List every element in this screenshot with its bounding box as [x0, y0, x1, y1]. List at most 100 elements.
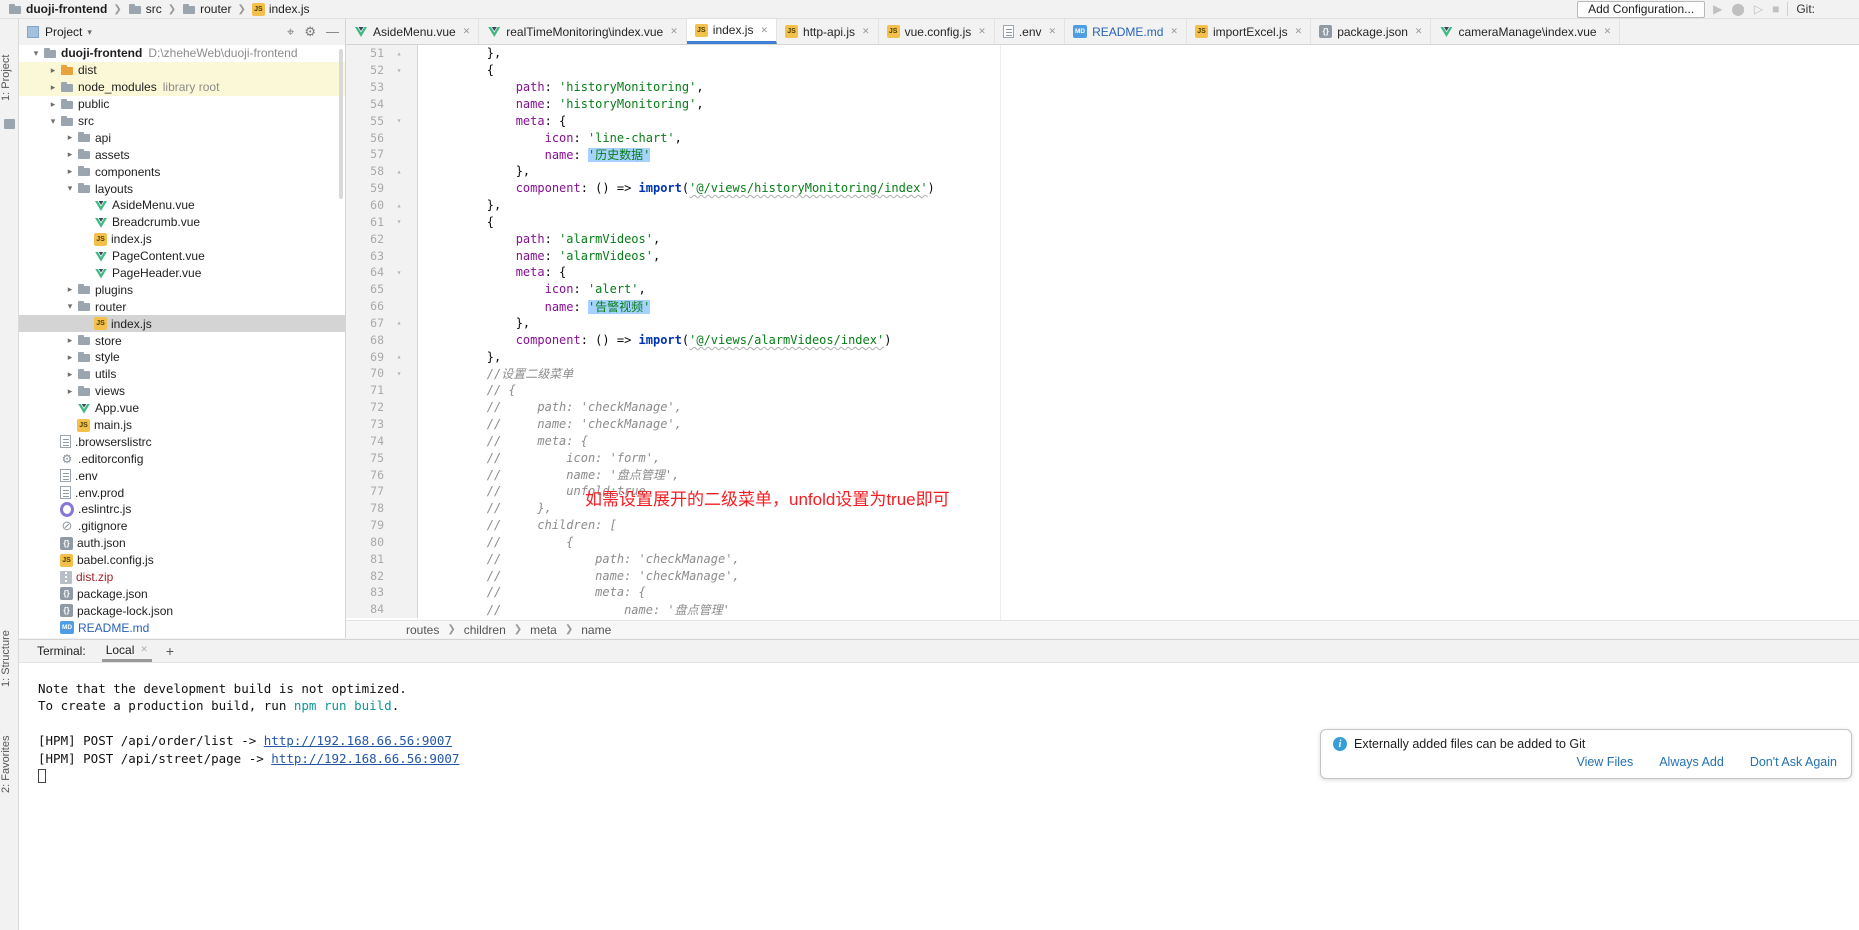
close-icon[interactable]: ✕ [140, 644, 148, 655]
tree-item-assets[interactable]: ▸assets [19, 146, 345, 163]
code-line-66[interactable]: 66 name: '告警视频' [346, 298, 1859, 315]
close-icon[interactable]: ✕ [1295, 26, 1303, 37]
notification-action-view-files[interactable]: View Files [1576, 755, 1633, 769]
code-line-84[interactable]: 84 // name: '盘点管理' [346, 601, 1859, 618]
code-line-52[interactable]: 52▾ { [346, 62, 1859, 79]
chevron-closed-icon[interactable]: ▸ [46, 99, 60, 110]
code-line-82[interactable]: 82 // name: 'checkManage', [346, 567, 1859, 584]
code-line-61[interactable]: 61▾ { [346, 213, 1859, 230]
editor-breadcrumb-meta[interactable]: meta [530, 623, 557, 637]
close-icon[interactable]: ✕ [670, 26, 678, 37]
chevron-open-icon[interactable]: ▾ [63, 183, 77, 194]
close-icon[interactable]: ✕ [1415, 26, 1423, 37]
code-line-79[interactable]: 79 // children: [ [346, 517, 1859, 534]
tree-item-store[interactable]: ▸store [19, 332, 345, 349]
add-configuration-button[interactable]: Add Configuration... [1577, 1, 1705, 18]
code-line-59[interactable]: 59 component: () => import('@/views/hist… [346, 180, 1859, 197]
code-line-54[interactable]: 54 name: 'historyMonitoring', [346, 96, 1859, 113]
chevron-down-icon[interactable]: ▾ [87, 27, 92, 38]
tab-http-api.js[interactable]: JShttp-api.js✕ [777, 19, 879, 44]
chevron-closed-icon[interactable]: ▸ [63, 132, 77, 143]
tab-package.json[interactable]: {}package.json✕ [1311, 19, 1431, 44]
tree-item-package-lock.json[interactable]: {}package-lock.json [19, 602, 345, 619]
editor-breadcrumb-routes[interactable]: routes [406, 623, 439, 637]
chevron-closed-icon[interactable]: ▸ [63, 284, 77, 295]
fold-open-icon[interactable]: ▾ [388, 217, 410, 226]
tree-item-AsideMenu.vue[interactable]: AsideMenu.vue [19, 197, 345, 214]
tree-item-.env.prod[interactable]: .env.prod [19, 484, 345, 501]
terminal-tab-local[interactable]: Local ✕ [102, 640, 152, 662]
tree-item-.browserslistrc[interactable]: .browserslistrc [19, 433, 345, 450]
tree-item-PageHeader.vue[interactable]: PageHeader.vue [19, 265, 345, 282]
code-line-83[interactable]: 83 // meta: { [346, 584, 1859, 601]
fold-open-icon[interactable]: ▾ [388, 268, 410, 277]
close-icon[interactable]: ✕ [862, 26, 870, 37]
code-line-78[interactable]: 78 // }, [346, 500, 1859, 517]
tree-item-index.js[interactable]: JSindex.js [19, 231, 345, 248]
code-line-62[interactable]: 62 path: 'alarmVideos', [346, 230, 1859, 247]
chevron-closed-icon[interactable]: ▸ [63, 352, 77, 363]
code-line-69[interactable]: 69▴ }, [346, 348, 1859, 365]
tree-item-.gitignore[interactable]: ⊘.gitignore [19, 518, 345, 535]
tree-item-auth.json[interactable]: {}auth.json [19, 535, 345, 552]
code-line-57[interactable]: 57 name: '历史数据' [346, 146, 1859, 163]
code-line-75[interactable]: 75 // icon: 'form', [346, 449, 1859, 466]
tab-index.js[interactable]: JSindex.js✕ [687, 19, 777, 44]
stripe-structure-tab[interactable]: 1: Structure [0, 619, 19, 699]
chevron-closed-icon[interactable]: ▸ [63, 369, 77, 380]
stripe-favorites-tab[interactable]: 2: Favorites [0, 721, 19, 807]
fold-end-icon[interactable]: ▴ [388, 201, 410, 210]
chevron-closed-icon[interactable]: ▸ [63, 335, 77, 346]
terminal-output[interactable]: Note that the development build is not o… [19, 663, 1859, 930]
breadcrumb-item-duoji-frontend[interactable]: duoji-frontend [8, 2, 107, 16]
tree-item-components[interactable]: ▸components [19, 163, 345, 180]
chevron-closed-icon[interactable]: ▸ [63, 149, 77, 160]
close-icon[interactable]: ✕ [463, 26, 471, 37]
chevron-open-icon[interactable]: ▾ [46, 116, 60, 127]
fold-end-icon[interactable]: ▴ [388, 167, 410, 176]
tree-item-node_modules[interactable]: ▸node_moduleslibrary root [19, 79, 345, 96]
tree-item-Breadcrumb.vue[interactable]: Breadcrumb.vue [19, 214, 345, 231]
chevron-closed-icon[interactable]: ▸ [63, 166, 77, 177]
locate-icon[interactable]: ⌖ [287, 24, 294, 40]
chevron-open-icon[interactable]: ▾ [29, 48, 43, 59]
breadcrumb-item-src[interactable]: src [128, 2, 162, 16]
tree-item-api[interactable]: ▸api [19, 129, 345, 146]
tree-item-dist.zip[interactable]: dist.zip [19, 569, 345, 586]
code-line-56[interactable]: 56 icon: 'line-chart', [346, 129, 1859, 146]
close-icon[interactable]: ✕ [1170, 26, 1178, 37]
tree-item-layouts[interactable]: ▾layouts [19, 180, 345, 197]
tree-item-router[interactable]: ▾router [19, 298, 345, 315]
project-tree-panel[interactable]: ▾duoji-frontendD:\zheheWeb\duoji-fronten… [19, 45, 346, 638]
tree-item-README.md[interactable]: MDREADME.md [19, 619, 345, 636]
fold-end-icon[interactable]: ▴ [388, 49, 410, 58]
tree-item-dist[interactable]: ▸dist [19, 62, 345, 79]
close-icon[interactable]: ✕ [1604, 26, 1612, 37]
tree-scrollbar[interactable] [339, 49, 343, 199]
terminal-link[interactable]: http://192.168.66.56:9007 [264, 733, 452, 748]
tree-item-.env[interactable]: .env [19, 467, 345, 484]
chevron-open-icon[interactable]: ▾ [63, 301, 77, 312]
code-editor[interactable]: 51▴ },52▾ {53 path: 'historyMonitoring',… [346, 45, 1859, 620]
tab-realTimeMonitoring\index.vue[interactable]: realTimeMonitoring\index.vue✕ [479, 19, 687, 44]
fold-end-icon[interactable]: ▴ [388, 318, 410, 327]
tree-item-style[interactable]: ▸style [19, 349, 345, 366]
breadcrumb-item-index.js[interactable]: JSindex.js [252, 2, 310, 16]
tree-item-PageContent.vue[interactable]: PageContent.vue [19, 248, 345, 265]
code-line-51[interactable]: 51▴ }, [346, 45, 1859, 62]
chevron-closed-icon[interactable]: ▸ [46, 82, 60, 93]
tab-vue.config.js[interactable]: JSvue.config.js✕ [879, 19, 995, 44]
tree-item-public[interactable]: ▸public [19, 96, 345, 113]
code-line-71[interactable]: 71 // { [346, 382, 1859, 399]
tab-README.md[interactable]: MDREADME.md✕ [1065, 19, 1187, 44]
code-line-55[interactable]: 55▾ meta: { [346, 112, 1859, 129]
notification-action-always-add[interactable]: Always Add [1659, 755, 1724, 769]
new-terminal-button[interactable]: + [166, 643, 174, 659]
breadcrumb-item-router[interactable]: router [182, 2, 231, 16]
tree-item-plugins[interactable]: ▸plugins [19, 281, 345, 298]
close-icon[interactable]: ✕ [978, 26, 986, 37]
project-panel-title[interactable]: Project [45, 25, 82, 39]
fold-open-icon[interactable]: ▾ [388, 116, 410, 125]
code-line-63[interactable]: 63 name: 'alarmVideos', [346, 247, 1859, 264]
code-line-73[interactable]: 73 // name: 'checkManage', [346, 416, 1859, 433]
